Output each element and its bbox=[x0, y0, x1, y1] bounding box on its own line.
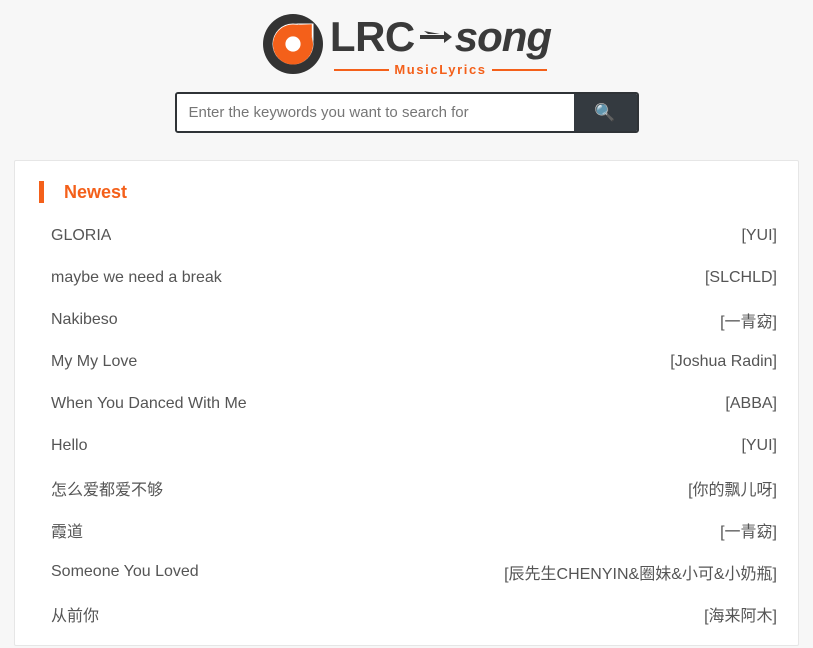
song-artist: [YUI] bbox=[741, 437, 777, 454]
song-title: 霞道 bbox=[51, 524, 84, 541]
list-item[interactable]: GLORIA [YUI] bbox=[35, 215, 778, 257]
song-artist: [SLCHLD] bbox=[704, 269, 777, 286]
list-item[interactable]: When You Danced With Me [ABBA] bbox=[35, 383, 778, 425]
list-item[interactable]: Hello [YUI] bbox=[35, 425, 778, 467]
song-title: 怎么爱都爱不够 bbox=[51, 482, 164, 499]
section-accent-bar bbox=[39, 181, 44, 203]
vinyl-record-droplet-icon bbox=[262, 13, 324, 75]
page-title: Newest bbox=[64, 181, 128, 202]
song-title: Nakibeso bbox=[51, 311, 118, 328]
logo-rule-right bbox=[491, 68, 548, 71]
song-artist: [ABBA] bbox=[725, 395, 777, 412]
song-artist: [一青窈] bbox=[720, 524, 777, 541]
song-list: GLORIA [YUI] maybe we need a break [SLCH… bbox=[35, 215, 778, 635]
song-artist: [YUI] bbox=[741, 227, 777, 244]
song-title: Hello bbox=[51, 437, 88, 454]
song-title: Someone You Loved bbox=[51, 563, 199, 580]
newest-header: Newest bbox=[35, 175, 778, 209]
song-artist: [你的飘儿呀] bbox=[688, 482, 777, 499]
logo-text-block: LRC song MusicLyrics bbox=[329, 11, 552, 78]
song-artist: [辰先生CHENYIN&圈妹&小可&小奶瓶] bbox=[504, 566, 777, 583]
logo-word-secondary: song bbox=[454, 13, 552, 60]
song-artist: [海来阿木] bbox=[704, 608, 777, 625]
logo-subtitle-text: MusicLyrics bbox=[394, 62, 487, 77]
song-title: When You Danced With Me bbox=[51, 395, 247, 412]
logo-rule-left bbox=[333, 68, 390, 71]
search-section: 🔍 bbox=[0, 92, 813, 133]
search-form: 🔍 bbox=[174, 92, 639, 133]
list-item[interactable]: 霞道 [一青窈] bbox=[35, 509, 778, 551]
search-input[interactable] bbox=[176, 94, 574, 131]
search-icon: 🔍 bbox=[594, 102, 616, 122]
list-item[interactable]: maybe we need a break [SLCHLD] bbox=[35, 257, 778, 299]
song-title: My My Love bbox=[51, 353, 138, 370]
logo-subtitle: MusicLyrics bbox=[330, 62, 551, 77]
page-root: LRC song MusicLyrics Enter the keywords … bbox=[0, 0, 813, 648]
site-header: LRC song MusicLyrics bbox=[0, 0, 813, 77]
list-item[interactable]: My My Love [Joshua Radin] bbox=[35, 341, 778, 383]
logo-word-primary: LRC bbox=[329, 13, 415, 60]
song-title: maybe we need a break bbox=[51, 269, 222, 286]
search-button[interactable]: 🔍 bbox=[573, 94, 637, 131]
site-logo[interactable]: LRC song MusicLyrics bbox=[262, 11, 552, 78]
list-item[interactable]: Someone You Loved [辰先生CHENYIN&圈妹&小可&小奶瓶] bbox=[35, 551, 778, 593]
song-artist: [Joshua Radin] bbox=[670, 353, 777, 370]
list-item[interactable]: 怎么爱都爱不够 [你的飘儿呀] bbox=[35, 467, 778, 509]
list-item[interactable]: 从前你 [海来阿木] bbox=[35, 593, 778, 635]
song-artist: [一青窈] bbox=[720, 314, 777, 331]
newest-card: Newest GLORIA [YUI] maybe we need a brea… bbox=[14, 160, 799, 646]
logo-wordmark: LRC song bbox=[329, 13, 552, 60]
list-item[interactable]: Nakibeso [一青窈] bbox=[35, 299, 778, 341]
song-title: 从前你 bbox=[51, 608, 100, 625]
song-title: GLORIA bbox=[51, 227, 112, 244]
arrow-right-icon bbox=[418, 27, 454, 47]
